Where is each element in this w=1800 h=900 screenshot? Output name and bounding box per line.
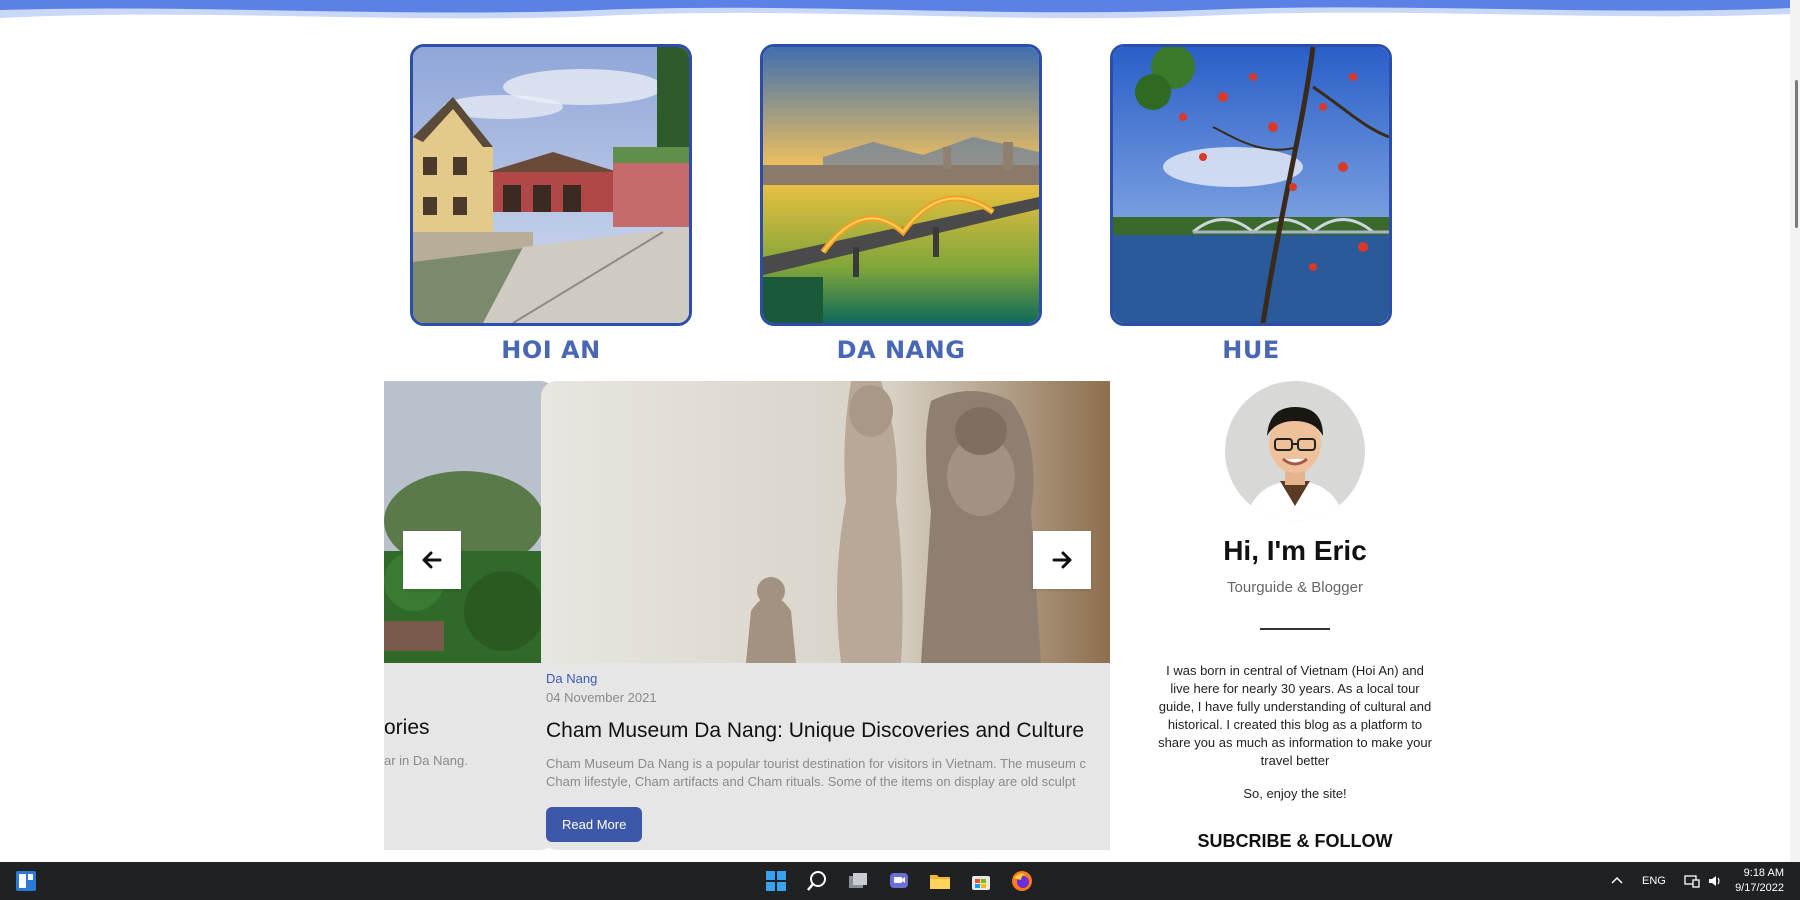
carousel-slide-previous[interactable]: ories ar in Da Nang. (384, 381, 556, 850)
slide-date: 04 November 2021 (546, 690, 657, 705)
arrow-left-icon (422, 551, 442, 569)
author-avatar (1225, 381, 1365, 521)
file-explorer-icon[interactable] (928, 869, 952, 893)
page-scrollbar[interactable] (1790, 0, 1800, 862)
scrollbar-thumb[interactable] (1795, 80, 1798, 228)
slide-image-cham-museum[interactable] (541, 381, 1110, 663)
city-card-da-nang[interactable]: DA NANG (760, 44, 1042, 364)
city-card-hue[interactable]: HUE (1110, 44, 1392, 364)
network-icon[interactable] (1684, 874, 1700, 888)
search-icon[interactable] (805, 869, 829, 893)
slide-title-previous[interactable]: ories (384, 716, 430, 740)
system-tray: ENG (1610, 862, 1724, 900)
author-sidebar: Hi, I'm Eric Tourguide & Blogger I was b… (1150, 381, 1440, 852)
carousel-next-button[interactable] (1033, 531, 1091, 589)
carousel-slide-current: Da Nang 04 November 2021 Cham Museum Da … (541, 381, 1110, 850)
page: HOI AN DA NANG HUE ories ar in Da Nang. … (0, 0, 1800, 900)
volume-icon[interactable] (1708, 874, 1724, 888)
microsoft-store-icon[interactable] (969, 869, 993, 893)
slide-excerpt-previous: ar in Da Nang. (384, 753, 468, 768)
subscribe-heading: SUBCRIBE & FOLLOW (1197, 831, 1393, 851)
teams-chat-icon[interactable] (887, 869, 911, 893)
clock-time: 9:18 AM (1743, 867, 1784, 879)
city-image-hoi-an[interactable] (410, 44, 692, 326)
read-more-button[interactable]: Read More (546, 807, 643, 842)
task-view-icon[interactable] (846, 869, 870, 893)
windows-taskbar: ENG 9:18 AM 9/17/2022 (0, 862, 1800, 900)
city-name-hoi-an[interactable]: HOI AN (410, 336, 692, 364)
city-card-hoi-an[interactable]: HOI AN (410, 44, 692, 364)
slide-excerpt-line-1: Cham Museum Da Nang is a popular tourist… (546, 756, 1086, 771)
city-name-da-nang[interactable]: DA NANG (760, 336, 1042, 364)
author-divider (1260, 628, 1330, 630)
city-image-da-nang[interactable] (760, 44, 1042, 326)
top-wave-decoration (0, 0, 1790, 19)
slide-excerpt-line-2: Cham lifestyle, Cham artifacts and Cham … (546, 774, 1076, 789)
city-image-hue[interactable] (1110, 44, 1392, 326)
carousel-prev-button[interactable] (403, 531, 461, 589)
slide-image-previous[interactable] (384, 381, 556, 663)
slide-category[interactable]: Da Nang (546, 671, 1110, 686)
author-role: Tourguide & Blogger (1227, 579, 1363, 596)
slide-excerpt: Cham Museum Da Nang is a popular tourist… (546, 755, 1110, 791)
clock-date: 9/17/2022 (1735, 882, 1784, 894)
firefox-icon[interactable] (1010, 869, 1034, 893)
author-bio: I was born in central of Vietnam (Hoi An… (1158, 663, 1432, 768)
widgets-icon[interactable] (14, 869, 38, 893)
city-name-hue[interactable]: HUE (1110, 336, 1392, 364)
windows-start-icon[interactable] (764, 869, 788, 893)
blog-carousel: ories ar in Da Nang. Da Nang 04 November… (384, 381, 1110, 850)
author-name: Hi, I'm Eric (1223, 535, 1367, 566)
language-indicator[interactable]: ENG (1642, 875, 1666, 887)
taskbar-clock[interactable]: 9:18 AM 9/17/2022 (1735, 866, 1784, 896)
author-enjoy-text: So, enjoy the site! (1243, 786, 1347, 801)
arrow-right-icon (1052, 551, 1072, 569)
chevron-up-icon[interactable] (1610, 874, 1624, 888)
slide-title[interactable]: Cham Museum Da Nang: Unique Discoveries … (546, 719, 1110, 743)
